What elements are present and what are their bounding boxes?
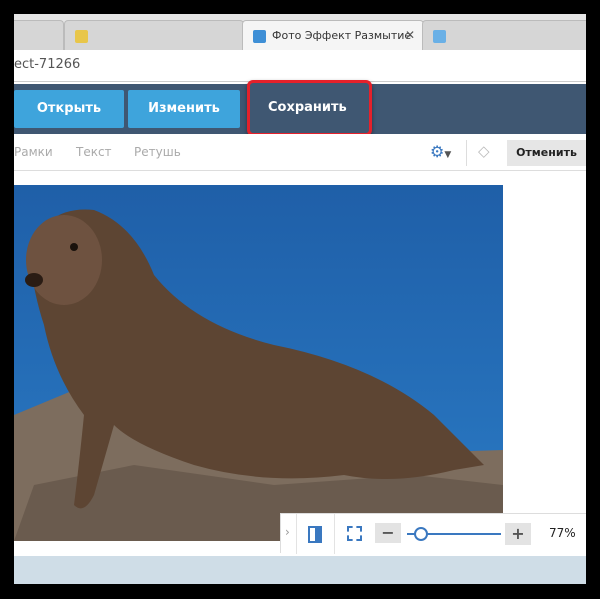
- address-bar[interactable]: ect-71266: [14, 50, 586, 82]
- canvas-area: [14, 172, 586, 556]
- tab-label: Фото Эффект Размытие: [272, 29, 412, 42]
- divider: [296, 514, 297, 554]
- favicon-icon: [75, 29, 88, 43]
- zoom-bar: › − + 77%: [280, 513, 586, 554]
- compare-icon[interactable]: [308, 526, 322, 543]
- browser-window: Фото Эффект Размытие ✕ ect-71266 Открыть …: [14, 14, 586, 584]
- tab[interactable]: [14, 20, 64, 50]
- save-button[interactable]: Сохранить: [247, 80, 372, 136]
- gear-icon[interactable]: ⚙▼: [430, 142, 451, 161]
- favicon-icon: [433, 29, 446, 43]
- tab[interactable]: [64, 20, 244, 50]
- zoom-in-button[interactable]: +: [505, 523, 531, 545]
- zoom-slider-handle[interactable]: [413, 527, 428, 541]
- close-icon[interactable]: ✕: [405, 28, 415, 42]
- tab-strip: Фото Эффект Размытие ✕: [14, 14, 586, 50]
- retouch-tab[interactable]: Ретушь: [134, 145, 181, 159]
- url-text: ect-71266: [14, 57, 81, 72]
- divider: [334, 514, 335, 554]
- cancel-button[interactable]: Отменить: [507, 140, 586, 166]
- seal-photo: [14, 185, 503, 541]
- favicon-icon: [253, 29, 266, 43]
- zoom-out-button[interactable]: −: [375, 523, 401, 543]
- open-button[interactable]: Открыть: [14, 90, 124, 128]
- tab-active[interactable]: Фото Эффект Размытие ✕: [242, 20, 424, 50]
- chevron-right-icon[interactable]: ›: [285, 525, 290, 539]
- divider: [466, 140, 467, 166]
- main-toolbar: Открыть Изменить Сохранить: [14, 80, 586, 136]
- fullscreen-icon[interactable]: [347, 526, 362, 541]
- text-tab[interactable]: Текст: [76, 145, 112, 159]
- layers-icon[interactable]: ◇: [478, 142, 490, 160]
- zoom-value: 77%: [549, 526, 576, 540]
- status-bar: [14, 556, 586, 584]
- tab[interactable]: [422, 20, 586, 50]
- secondary-toolbar: Рамки Текст Ретушь ⚙▼ ◇ Отменить: [14, 134, 586, 171]
- frames-tab[interactable]: Рамки: [14, 145, 53, 159]
- edit-button[interactable]: Изменить: [128, 90, 240, 128]
